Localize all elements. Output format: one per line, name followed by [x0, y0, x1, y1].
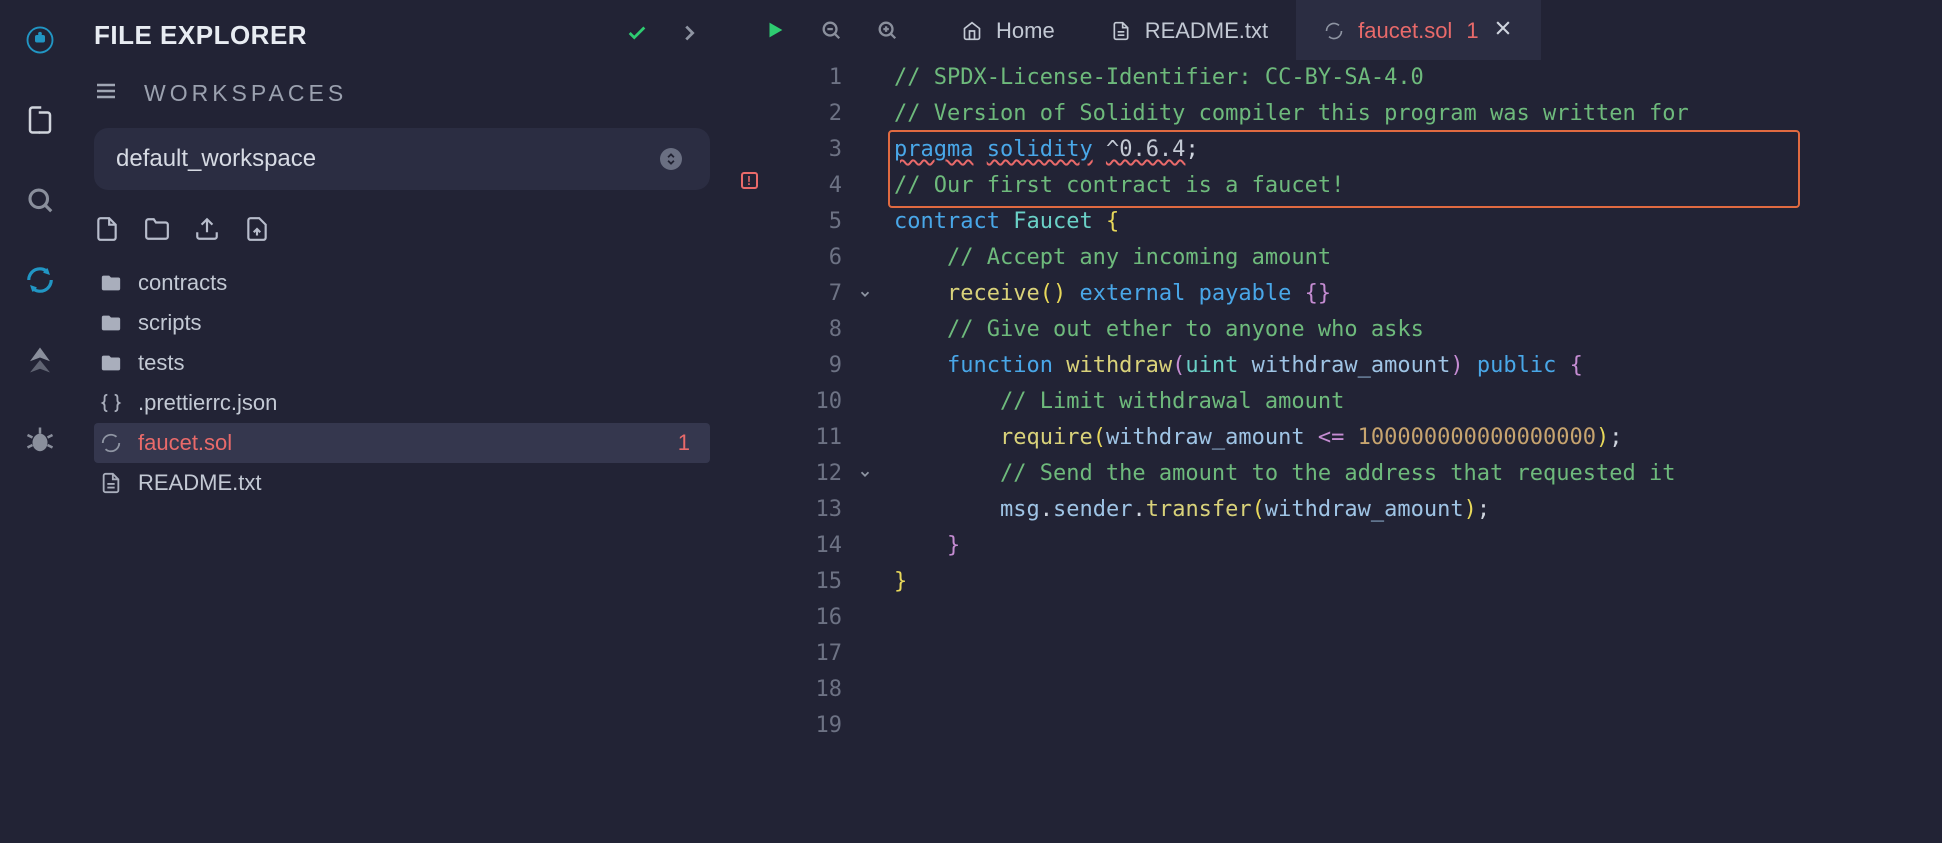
fold-column	[858, 60, 888, 843]
error-glyph-icon[interactable]: !	[741, 172, 758, 189]
zoom-in-button[interactable]	[864, 7, 910, 53]
code-line[interactable]: // SPDX-License-Identifier: CC-BY-SA-4.0	[894, 60, 1942, 96]
zoom-out-button[interactable]	[808, 7, 854, 53]
tree-item-contracts[interactable]: contracts	[94, 263, 710, 303]
file-actions	[94, 216, 710, 263]
editor-toolbar: HomeREADME.txtfaucet.sol1	[730, 0, 1942, 60]
tab-faucet-sol[interactable]: faucet.sol1	[1296, 0, 1540, 60]
run-button[interactable]	[752, 7, 798, 53]
deploy-icon[interactable]	[20, 340, 60, 380]
fold-chevron-icon[interactable]	[858, 456, 888, 492]
code-line[interactable]: function withdraw(uint withdraw_amount) …	[894, 348, 1942, 384]
code-line[interactable]: // Limit withdrawal amount	[894, 384, 1942, 420]
search-icon[interactable]	[20, 180, 60, 220]
panel-title: FILE EXPLORER	[94, 20, 307, 51]
code-line[interactable]: // Give out ether to anyone who asks	[894, 312, 1942, 348]
code-line[interactable]: }	[894, 564, 1942, 600]
logo-icon[interactable]	[20, 20, 60, 60]
tree-item--prettierrc-json[interactable]: .prettierrc.json	[94, 383, 710, 423]
editor-area: HomeREADME.txtfaucet.sol1 ! 123456789101…	[730, 0, 1942, 843]
code-line[interactable]: pragma solidity ^0.6.4;	[894, 132, 1942, 168]
tab-Home[interactable]: Home	[934, 0, 1083, 60]
code-line[interactable]: }	[894, 528, 1942, 564]
tree-item-README-txt[interactable]: README.txt	[94, 463, 710, 503]
editor-body: ! 12345678910111213141516171819 // SPDX-…	[730, 60, 1942, 843]
code-line[interactable]: receive() external payable {}	[894, 276, 1942, 312]
tree-item-scripts[interactable]: scripts	[94, 303, 710, 343]
line-gutter: 12345678910111213141516171819	[768, 60, 858, 843]
code-area[interactable]: // SPDX-License-Identifier: CC-BY-SA-4.0…	[888, 60, 1942, 843]
chevron-updown-icon	[660, 148, 682, 170]
new-file-icon[interactable]	[94, 216, 120, 247]
editor-tabs: HomeREADME.txtfaucet.sol1	[934, 0, 1541, 60]
file-explorer-icon[interactable]	[20, 100, 60, 140]
file-explorer-panel: FILE EXPLORER WORKSPACES default_workspa…	[80, 0, 730, 843]
new-folder-icon[interactable]	[144, 216, 170, 247]
solidity-compile-icon[interactable]	[20, 260, 60, 300]
code-line[interactable]: // Send the amount to the address that r…	[894, 456, 1942, 492]
upload-icon[interactable]	[244, 216, 270, 247]
hamburger-icon[interactable]	[94, 79, 118, 108]
check-icon[interactable]	[626, 22, 648, 49]
code-line[interactable]: // Version of Solidity compiler this pro…	[894, 96, 1942, 132]
workspace-selected: default_workspace	[116, 145, 316, 173]
publish-icon[interactable]	[194, 216, 220, 247]
close-icon[interactable]	[1493, 18, 1513, 44]
code-line[interactable]: contract Faucet {	[894, 204, 1942, 240]
code-line[interactable]: require(withdraw_amount <= 1000000000000…	[894, 420, 1942, 456]
workspace-select[interactable]: default_workspace	[94, 128, 710, 190]
code-line[interactable]: msg.sender.transfer(withdraw_amount);	[894, 492, 1942, 528]
chevron-right-icon[interactable]	[678, 22, 700, 49]
debug-icon[interactable]	[20, 420, 60, 460]
tree-item-faucet-sol[interactable]: faucet.sol1	[94, 423, 710, 463]
fold-chevron-icon[interactable]	[858, 276, 888, 312]
workspaces-label: WORKSPACES	[144, 80, 347, 107]
activity-bar	[0, 0, 80, 843]
tree-item-tests[interactable]: tests	[94, 343, 710, 383]
code-line[interactable]: // Our first contract is a faucet!	[894, 168, 1942, 204]
tab-README-txt[interactable]: README.txt	[1083, 0, 1296, 60]
glyph-margin: !	[730, 60, 768, 843]
code-line[interactable]: // Accept any incoming amount	[894, 240, 1942, 276]
file-tree: contractsscriptstests.prettierrc.jsonfau…	[94, 263, 710, 503]
